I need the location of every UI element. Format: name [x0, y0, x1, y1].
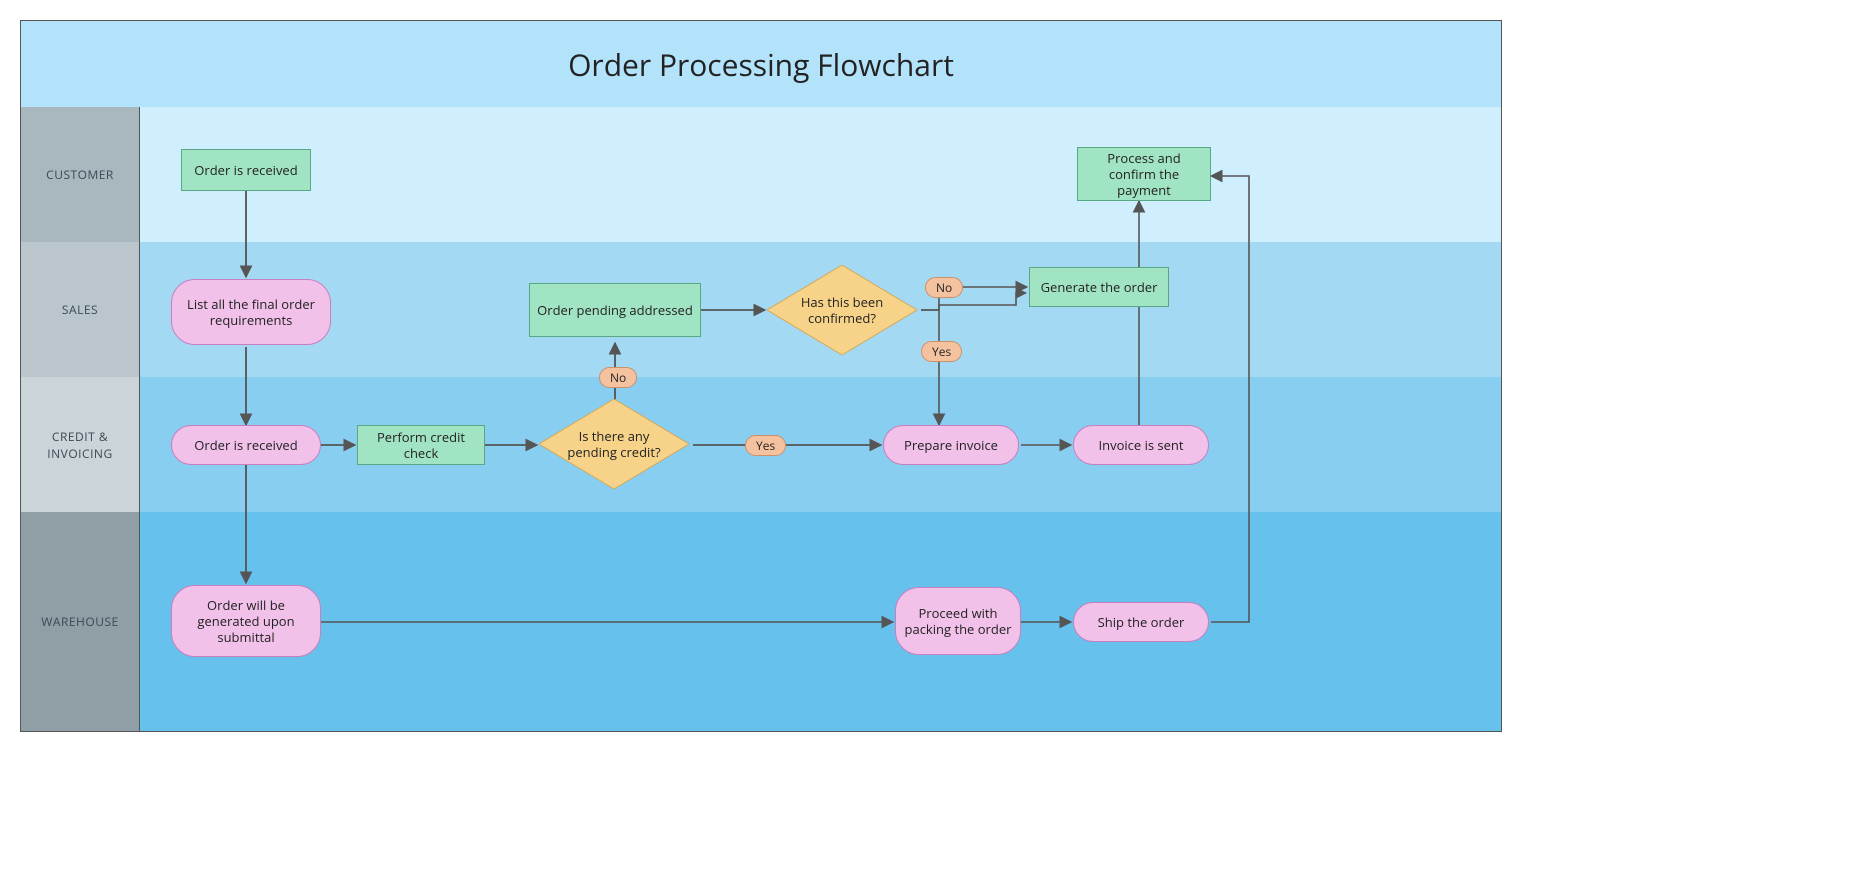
- label-no-pending: No: [599, 367, 637, 388]
- flowchart-diagram: Order Processing Flowchart CUSTOMER SALE…: [20, 20, 1502, 732]
- node-order-received-customer: Order is received: [181, 149, 311, 191]
- node-list-requirements: List all the final order requirements: [171, 279, 331, 345]
- node-ship-order: Ship the order: [1073, 602, 1209, 642]
- label-yes-pending: Yes: [745, 435, 786, 456]
- node-prepare-invoice: Prepare invoice: [883, 425, 1019, 465]
- node-invoice-sent: Invoice is sent: [1073, 425, 1209, 465]
- node-process-payment: Process and confirm the payment: [1077, 147, 1211, 201]
- node-confirmed-decision: Has this been confirmed?: [767, 265, 917, 355]
- label-yes-confirmed: Yes: [921, 341, 962, 362]
- node-order-received-credit: Order is received: [171, 425, 321, 465]
- node-proceed-packing: Proceed with packing the order: [895, 587, 1021, 655]
- node-generate-order: Generate the order: [1029, 267, 1169, 307]
- node-pending-credit-decision: Is there any pending credit?: [539, 399, 689, 489]
- node-perform-credit-check: Perform credit check: [357, 425, 485, 465]
- label-no-confirmed: No: [925, 277, 963, 298]
- node-order-generated-submittal: Order will be generated upon submittal: [171, 585, 321, 657]
- node-order-pending-addressed: Order pending addressed: [529, 283, 701, 337]
